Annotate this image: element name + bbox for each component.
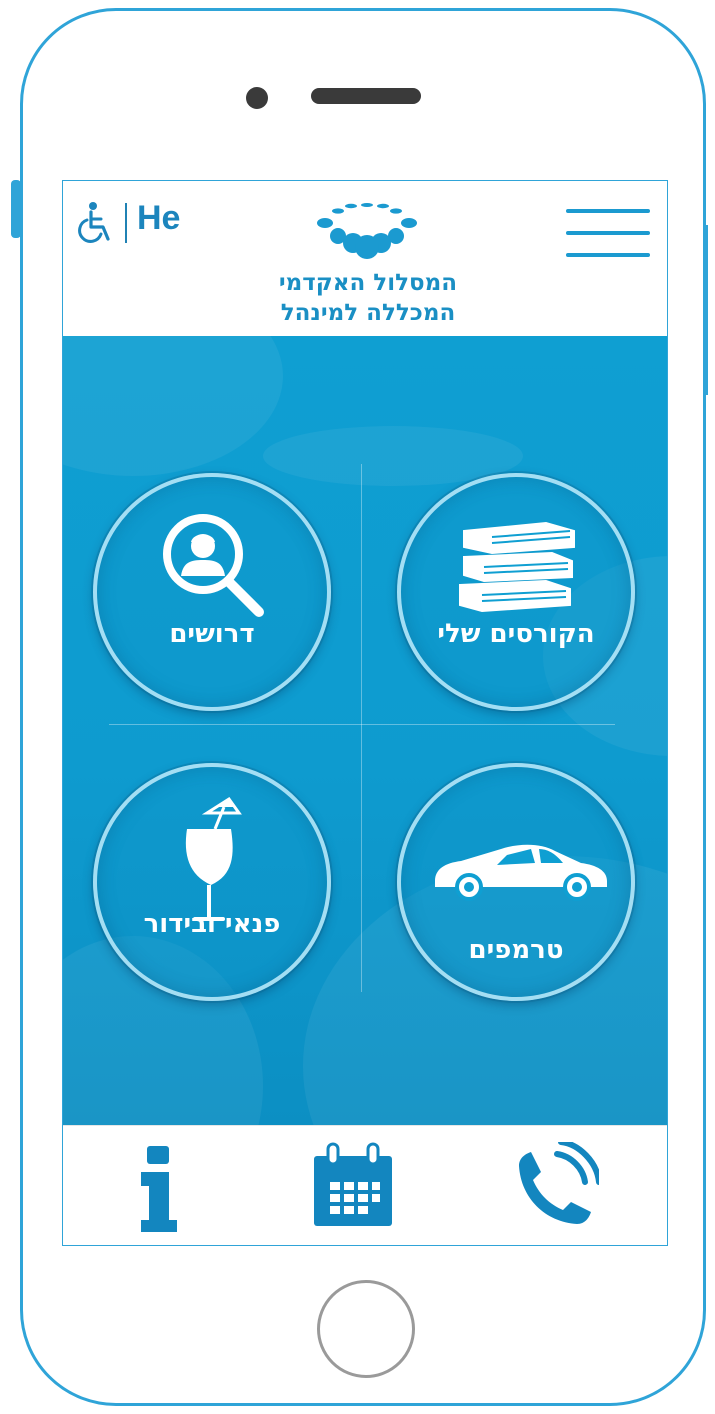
grid-divider-horizontal	[109, 724, 615, 725]
college-logo-icon	[317, 203, 417, 259]
tile-leisure[interactable]: פנאי ובידור	[93, 763, 331, 1001]
tile-label: דרושים	[169, 619, 255, 649]
phone-icon[interactable]	[509, 1142, 599, 1232]
tile-rides[interactable]: טרמפים	[397, 763, 635, 1001]
home-button[interactable]	[317, 1280, 415, 1378]
tile-label: טרמפים	[468, 935, 564, 965]
tile-wanted[interactable]: דרושים	[93, 473, 331, 711]
person-search-icon	[163, 514, 264, 617]
car-icon	[435, 844, 607, 901]
tile-my-courses[interactable]: הקורסים שלי	[397, 473, 635, 711]
accessibility-icon[interactable]	[77, 201, 115, 243]
cocktail-icon	[185, 796, 242, 921]
info-icon[interactable]	[115, 1142, 205, 1232]
calendar-icon[interactable]	[308, 1142, 398, 1232]
hamburger-menu-icon[interactable]	[566, 209, 650, 259]
header-divider	[125, 203, 127, 243]
phone-side-button	[11, 180, 21, 238]
app-screen: He המסלול האקדמי המכללה למינהל הקורסים ש…	[62, 180, 668, 1246]
logo-subtitle: המכללה למינהל	[280, 300, 456, 326]
camera-dot	[246, 87, 268, 109]
speaker-grille	[311, 88, 421, 104]
books-icon	[459, 521, 575, 613]
app-header: He המסלול האקדמי המכללה למינהל	[63, 181, 667, 336]
grid-divider-vertical	[361, 464, 362, 992]
logo-title: המסלול האקדמי	[278, 270, 458, 296]
language-toggle[interactable]: He	[137, 199, 180, 238]
main-menu-area: הקורסים שלי דרושים טרמפים פנאי ובידור	[63, 336, 667, 1125]
bottom-tab-bar	[63, 1125, 667, 1245]
phone-side-edge	[705, 225, 708, 395]
tile-label: פנאי ובידור	[143, 909, 281, 939]
tile-label: הקורסים שלי	[437, 619, 595, 649]
